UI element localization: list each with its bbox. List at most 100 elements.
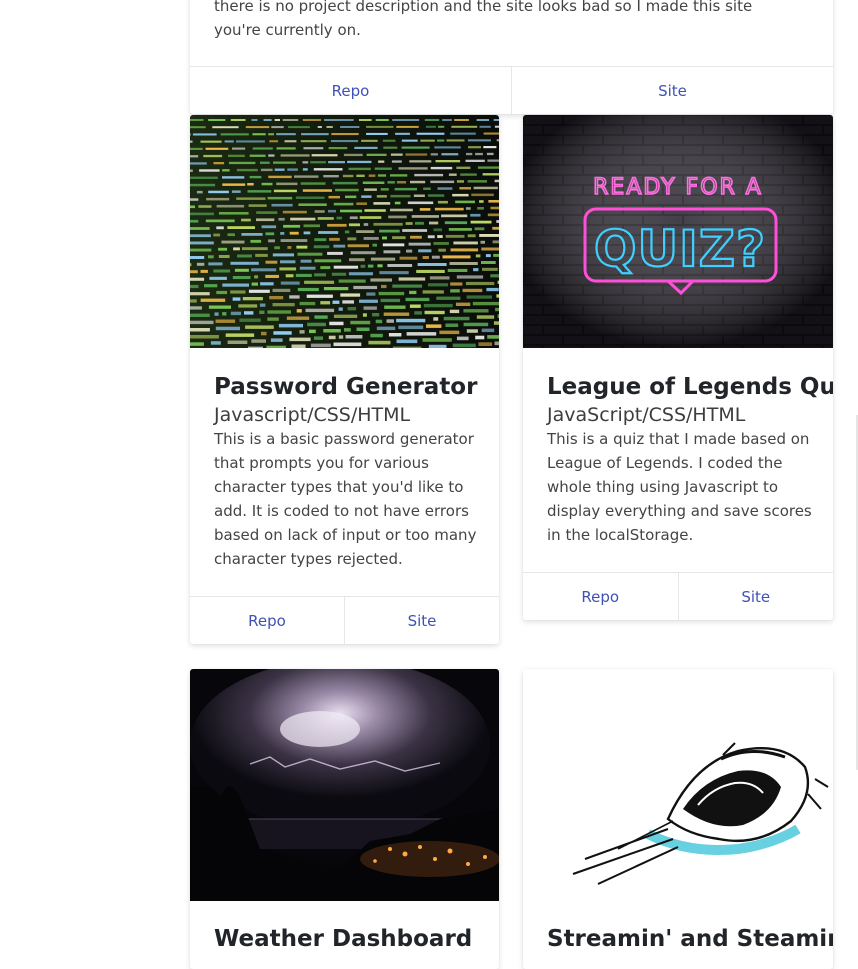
code-glyph-run [301,182,326,185]
code-glyph-run [275,119,280,121]
code-glyph-run [235,269,249,272]
card-footer: Repo Site [190,66,833,114]
code-glyph-run [304,224,321,227]
code-glyph-run [468,139,491,141]
code-glyph-run [190,256,204,259]
code-glyph-run [268,197,293,200]
code-glyph-run [482,329,495,333]
code-glyph-run [359,119,372,121]
code-glyph-run [347,161,371,163]
code-glyph-run [190,177,218,179]
code-glyph-run [329,336,336,340]
code-glyph-run [406,222,413,225]
code-glyph-run [391,154,403,156]
card-footer: Repo Site [523,572,833,620]
code-glyph-run [228,155,245,157]
code-glyph-run [222,176,244,178]
code-glyph-run [268,133,274,135]
code-glyph-run [332,273,346,276]
code-glyph-run [304,147,324,149]
code-glyph-run [275,169,285,171]
code-glyph-run [373,223,402,226]
code-glyph-run [274,246,280,249]
code-glyph-run [390,209,413,212]
code-glyph-run [327,252,343,255]
code-glyph-run [233,297,241,300]
code-glyph-run [260,282,274,285]
code-glyph-run [348,307,357,310]
code-glyph-run [379,271,408,274]
code-glyph-run [334,343,362,347]
code-glyph-run [273,303,295,306]
code-glyph-run [368,265,374,268]
code-glyph-run [190,249,211,252]
repo-link[interactable]: Repo [190,67,511,114]
code-glyph-run [450,310,459,313]
code-glyph-run [283,225,300,228]
code-glyph-run [232,190,241,193]
code-glyph-run [314,315,327,318]
code-glyph-run [260,162,270,164]
code-glyph-run [388,216,407,219]
code-glyph-run [314,336,323,340]
code-glyph-run [273,331,291,335]
repo-link[interactable]: Repo [190,597,344,644]
code-glyph-run [190,133,191,135]
code-glyph-run [314,238,326,241]
code-glyph-run [303,168,308,170]
code-glyph-run [314,273,326,276]
code-glyph-run [348,244,369,247]
code-glyph-run [438,187,453,190]
site-link[interactable]: Site [511,67,833,114]
code-glyph-run [445,221,467,224]
code-glyph-run [426,324,441,328]
code-glyph-run [331,140,358,142]
code-glyph-run [402,140,418,142]
code-glyph-run [231,262,259,265]
code-glyph-run [378,161,384,163]
code-glyph-run [318,217,334,220]
site-link[interactable]: Site [678,573,834,620]
code-glyph-run [221,241,244,244]
code-glyph-run [383,147,397,149]
code-glyph-run [477,315,494,319]
code-glyph-run [334,266,358,269]
code-glyph-run [412,215,439,218]
code-glyph-run [459,187,471,190]
code-glyph-run [395,133,410,135]
site-link[interactable]: Site [344,597,499,644]
code-glyph-run [438,201,448,204]
code-glyph-run [233,276,251,279]
code-glyph-run [410,236,422,239]
code-glyph-run [201,141,222,143]
repo-link[interactable]: Repo [523,573,678,620]
code-glyph-run [390,174,407,176]
code-glyph-run [444,317,470,321]
code-glyph-run [346,335,363,339]
code-glyph-run [300,302,316,305]
code-glyph-run [436,160,461,162]
code-glyph-run [409,243,431,246]
code-glyph-run [320,301,330,304]
code-glyph-run [300,267,316,270]
code-glyph-run [416,270,445,273]
code-glyph-run [370,278,392,281]
code-glyph-run [369,175,376,177]
code-glyph-run [490,274,499,277]
code-glyph-run [441,215,467,218]
code-glyph-run [254,275,258,278]
code-glyph-run [190,198,198,201]
card-description: This is a quiz that I made based on Leag… [547,427,815,547]
code-glyph-run [261,169,273,171]
code-glyph-run [310,161,326,163]
code-glyph-run [379,292,405,295]
code-glyph-run [298,253,323,256]
code-glyph-run [334,315,357,318]
code-glyph-run [303,119,321,121]
code-glyph-run [241,219,251,222]
code-glyph-run [454,119,469,121]
code-glyph-run [381,285,387,288]
code-glyph-run [339,307,343,310]
code-glyph-run [366,126,393,128]
code-glyph-run [190,242,214,245]
